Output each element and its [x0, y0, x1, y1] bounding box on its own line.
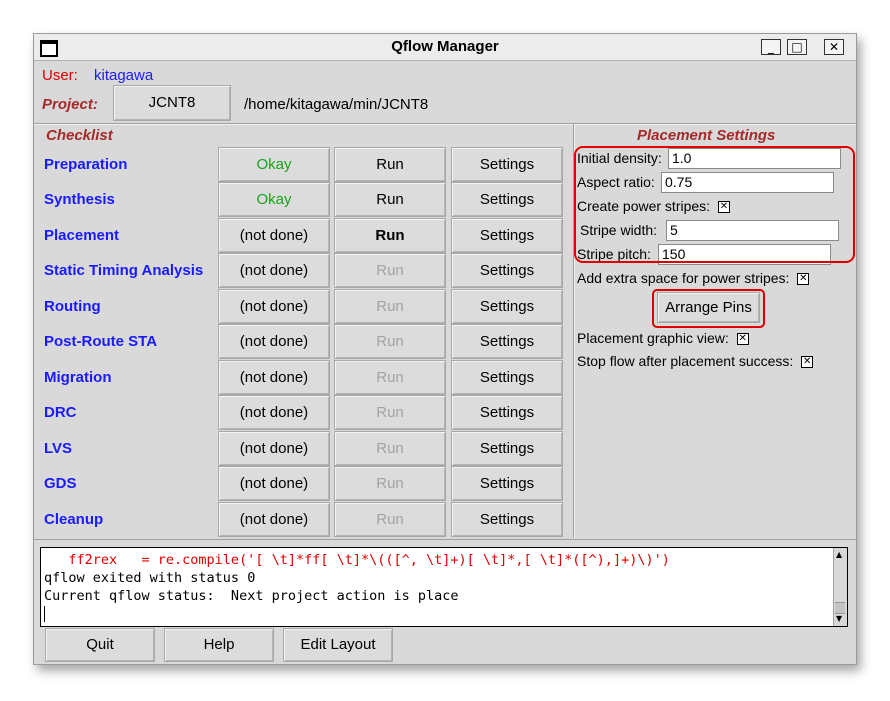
status-drc[interactable]: (not done)	[218, 395, 330, 430]
run-button-cleanup[interactable]: Run	[334, 502, 446, 537]
step-name-lvs: LVS	[44, 440, 73, 457]
quit-button[interactable]: Quit	[45, 628, 155, 662]
scroll-thumb[interactable]	[835, 602, 845, 614]
run-button-synthesis[interactable]: Run	[334, 182, 446, 217]
run-button-static-timing-analysis[interactable]: Run	[334, 253, 446, 288]
header-divider	[34, 123, 856, 125]
step-name-migration: Migration	[44, 369, 112, 386]
settings-button-migration[interactable]: Settings	[451, 360, 563, 395]
status-preparation[interactable]: Okay	[218, 147, 330, 182]
arrange-pins-highlight-box	[652, 289, 765, 328]
scroll-down-arrow-icon[interactable]: ▼	[836, 614, 842, 623]
settings-button-placement[interactable]: Settings	[451, 218, 563, 253]
step-name-preparation: Preparation	[44, 156, 128, 173]
graphic-view-row: Placement graphic view: ✕	[577, 330, 749, 346]
minimize-button[interactable]: _	[761, 39, 781, 55]
scroll-up-arrow-icon[interactable]: ▲	[836, 550, 842, 559]
user-name: kitagawa	[94, 67, 154, 84]
status-cleanup[interactable]: (not done)	[218, 502, 330, 537]
console-line: Current qflow status: Next project actio…	[44, 588, 459, 604]
extra-space-row: Add extra space for power stripes: ✕	[577, 270, 810, 286]
status-migration[interactable]: (not done)	[218, 360, 330, 395]
settings-button-drc[interactable]: Settings	[451, 395, 563, 430]
settings-button-preparation[interactable]: Settings	[451, 147, 563, 182]
settings-button-lvs[interactable]: Settings	[451, 431, 563, 466]
stop-flow-checkbox[interactable]: ✕	[801, 356, 814, 369]
step-name-gds: GDS	[44, 475, 77, 492]
status-gds[interactable]: (not done)	[218, 466, 330, 501]
settings-button-cleanup[interactable]: Settings	[451, 502, 563, 537]
run-button-drc[interactable]: Run	[334, 395, 446, 430]
step-name-placement: Placement	[44, 227, 120, 244]
settings-button-gds[interactable]: Settings	[451, 466, 563, 501]
run-button-lvs[interactable]: Run	[334, 431, 446, 466]
run-button-placement[interactable]: Run	[334, 218, 446, 253]
console-line: qflow exited with status 0	[44, 570, 256, 586]
step-name-post-route-sta: Post-Route STA	[44, 333, 158, 350]
help-button[interactable]: Help	[164, 628, 274, 662]
extra-space-checkbox[interactable]: ✕	[797, 273, 810, 286]
console-output[interactable]: ff2rex = re.compile('[ \t]*ff[ \t]*\(([^…	[40, 547, 848, 627]
run-button-preparation[interactable]: Run	[334, 147, 446, 182]
stop-flow-row: Stop flow after placement success: ✕	[577, 353, 814, 369]
run-button-gds[interactable]: Run	[334, 466, 446, 501]
user-label: User:	[42, 67, 78, 84]
step-name-drc: DRC	[44, 404, 77, 421]
step-name-cleanup: Cleanup	[44, 511, 104, 528]
settings-button-synthesis[interactable]: Settings	[451, 182, 563, 217]
project-name-button[interactable]: JCNT8	[113, 85, 231, 121]
run-button-migration[interactable]: Run	[334, 360, 446, 395]
step-name-synthesis: Synthesis	[44, 191, 115, 208]
status-post-route-sta[interactable]: (not done)	[218, 324, 330, 359]
status-routing[interactable]: (not done)	[218, 289, 330, 324]
stop-flow-label: Stop flow after placement success:	[577, 353, 794, 369]
project-label: Project:	[42, 96, 98, 113]
settings-highlight-box	[574, 146, 855, 263]
run-button-routing[interactable]: Run	[334, 289, 446, 324]
console-divider	[34, 539, 856, 540]
settings-button-post-route-sta[interactable]: Settings	[451, 324, 563, 359]
run-button-post-route-sta[interactable]: Run	[334, 324, 446, 359]
placement-settings-heading: Placement Settings	[637, 127, 776, 144]
project-path: /home/kitagawa/min/JCNT8	[244, 96, 429, 113]
close-button[interactable]: ✕	[824, 39, 844, 55]
step-name-static-timing-analysis: Static Timing Analysis	[44, 262, 204, 279]
console-line-error: ff2rex = re.compile('[ \t]*ff[ \t]*\(([^…	[44, 552, 670, 568]
maximize-button[interactable]: □	[787, 39, 807, 55]
settings-button-static-timing-analysis[interactable]: Settings	[451, 253, 563, 288]
edit-layout-button[interactable]: Edit Layout	[283, 628, 393, 662]
settings-button-routing[interactable]: Settings	[451, 289, 563, 324]
extra-space-label: Add extra space for power stripes:	[577, 270, 790, 286]
status-lvs[interactable]: (not done)	[218, 431, 330, 466]
text-cursor	[44, 606, 45, 622]
window-title: Qflow Manager	[391, 38, 499, 55]
qflow-manager-window: Qflow Manager _ □ ✕ User: kitagawa Proje…	[33, 33, 857, 665]
console-scrollbar[interactable]: ▲ ▼	[833, 548, 847, 626]
graphic-view-label: Placement graphic view:	[577, 330, 729, 346]
status-placement[interactable]: (not done)	[218, 218, 330, 253]
status-synthesis[interactable]: Okay	[218, 182, 330, 217]
step-name-routing: Routing	[44, 298, 101, 315]
status-static-timing-analysis[interactable]: (not done)	[218, 253, 330, 288]
checklist-heading: Checklist	[46, 127, 113, 144]
title-bar: Qflow Manager _ □ ✕	[34, 34, 856, 61]
graphic-view-checkbox[interactable]: ✕	[736, 333, 749, 346]
